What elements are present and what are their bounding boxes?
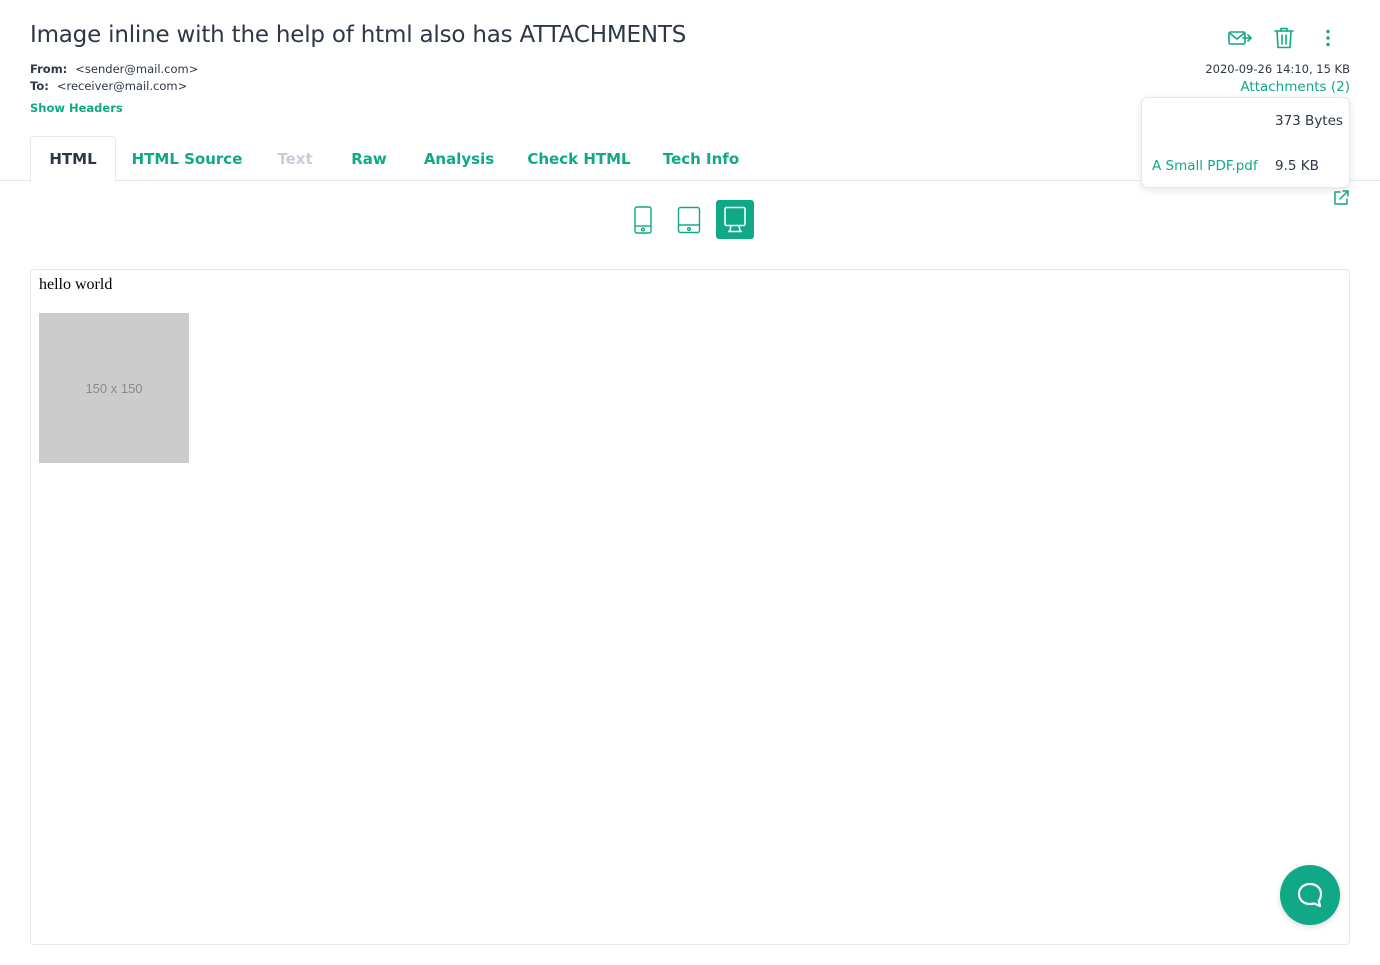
message-actions [1218, 26, 1350, 50]
tab-analysis[interactable]: Analysis [420, 136, 498, 181]
more-vertical-icon [1326, 29, 1330, 47]
open-external-icon[interactable] [1332, 189, 1350, 207]
tab-html[interactable]: HTML [30, 136, 116, 182]
tablet-view-button[interactable] [670, 200, 708, 239]
trash-icon [1274, 27, 1294, 49]
from-line: From: <sender@mail.com> [30, 62, 198, 76]
tab-html-source[interactable]: HTML Source [130, 136, 244, 181]
forward-mail-icon [1228, 31, 1252, 45]
show-headers-link[interactable]: Show Headers [30, 101, 123, 115]
preview-body-text: hello world [39, 276, 113, 293]
from-label: From: [30, 62, 68, 76]
date-size: 2020-09-26 14:10, 15 KB [1205, 62, 1350, 76]
image-placeholder-label: 150 x 150 [85, 380, 143, 396]
forward-button[interactable] [1218, 26, 1262, 50]
tab-tech-info[interactable]: Tech Info [660, 136, 742, 181]
tab-check-html[interactable]: Check HTML [524, 136, 634, 181]
device-selector [624, 200, 754, 239]
attachment-size: 373 Bytes [1275, 113, 1343, 129]
attachment-item[interactable]: A Small PDF.pdf 9.5 KB [1142, 154, 1349, 178]
desktop-view-button[interactable] [716, 200, 754, 239]
desktop-icon [724, 206, 746, 232]
tab-text: Text [277, 149, 313, 168]
html-preview-frame: hello world 150 x 150 [30, 269, 1350, 945]
to-line: To: <receiver@mail.com> [30, 79, 187, 93]
mobile-icon [634, 205, 652, 234]
mobile-view-button[interactable] [624, 200, 662, 239]
more-button[interactable] [1306, 26, 1350, 50]
attachment-item[interactable]: 373 Bytes [1142, 109, 1349, 133]
attachment-name[interactable]: A Small PDF.pdf [1152, 158, 1258, 174]
delete-button[interactable] [1262, 26, 1306, 50]
inline-image: 150 x 150 [39, 313, 189, 463]
chat-bubble-icon [1297, 882, 1323, 908]
from-address: <sender@mail.com> [75, 62, 199, 76]
message-subject: Image inline with the help of html also … [30, 22, 687, 48]
attachments-popover: 373 Bytes A Small PDF.pdf 9.5 KB [1141, 97, 1350, 188]
help-chat-button[interactable] [1280, 865, 1340, 925]
tablet-icon [677, 206, 701, 233]
attachments-link[interactable]: Attachments (2) [1240, 79, 1350, 95]
attachment-size: 9.5 KB [1275, 158, 1319, 174]
tab-raw[interactable]: Raw [346, 136, 392, 181]
to-address: <receiver@mail.com> [56, 79, 188, 93]
to-label: To: [30, 79, 49, 93]
